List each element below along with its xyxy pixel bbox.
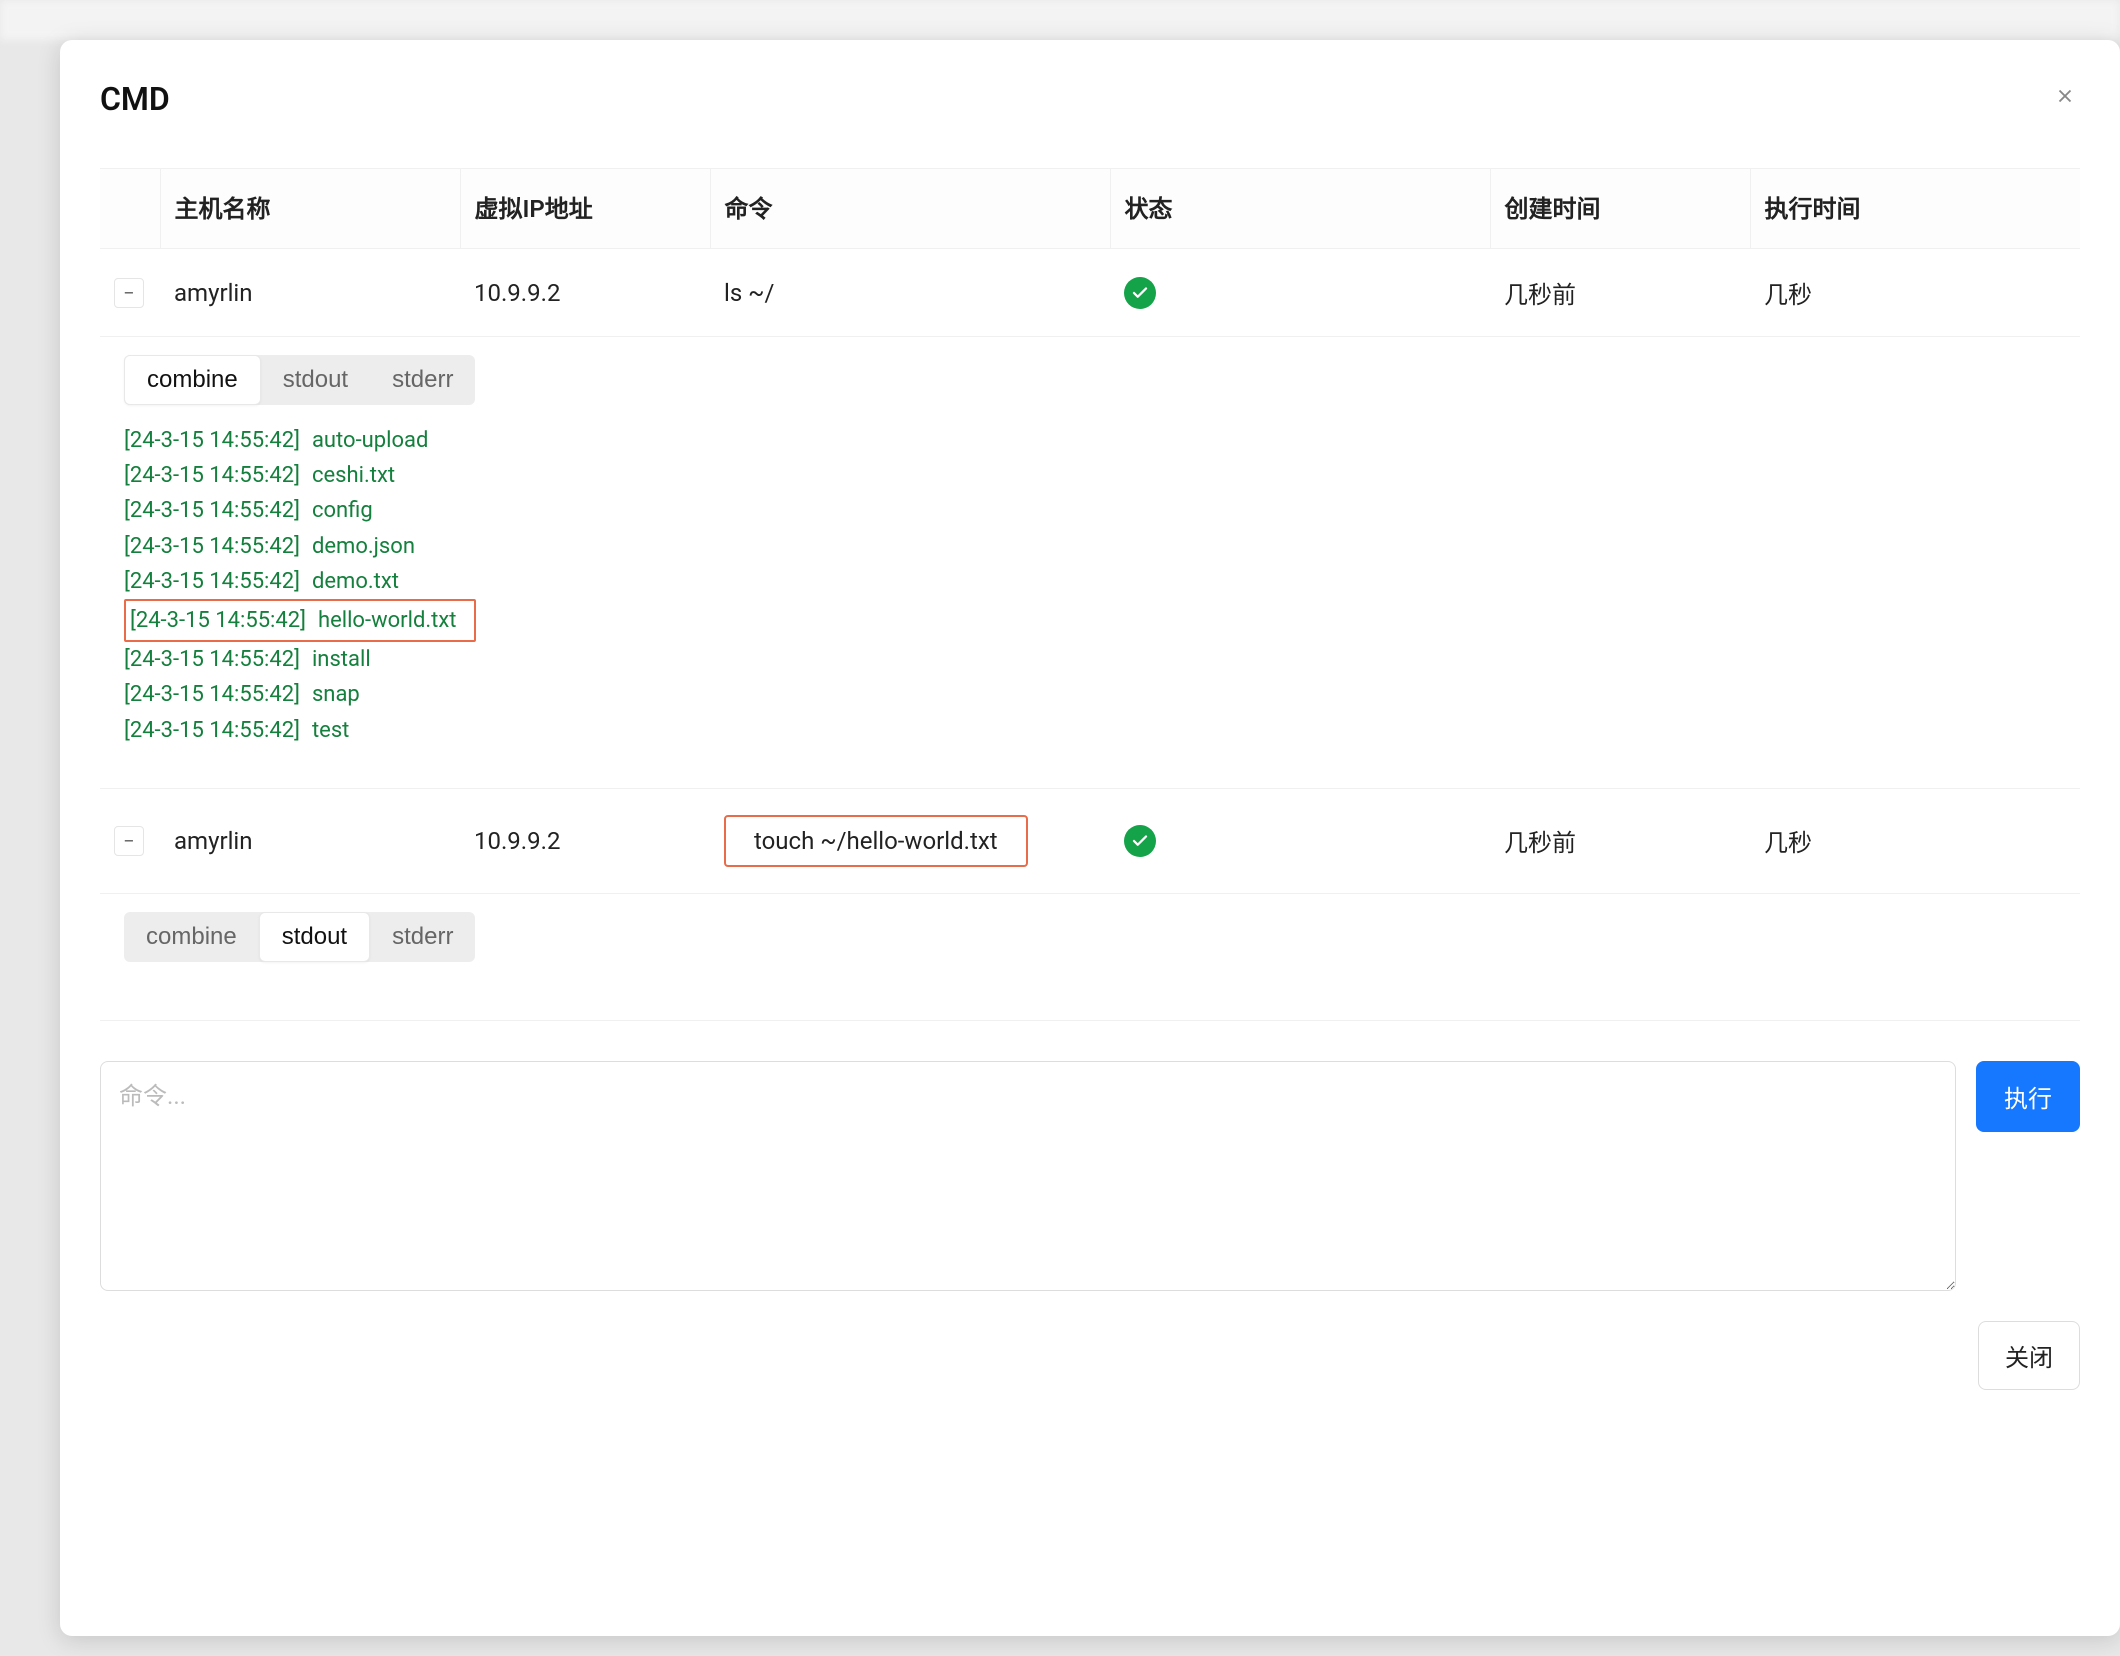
cmd-textarea[interactable] [100, 1061, 1956, 1291]
cell-ip: 10.9.9.2 [460, 788, 710, 893]
cell-status [1110, 249, 1490, 337]
tab-combine[interactable]: combine [124, 912, 259, 962]
tab-stdout[interactable]: stdout [261, 355, 370, 405]
modal-header: CMD [100, 80, 2080, 118]
highlight-annotation: [24-3-15 14:55:42]hello-world.txt [124, 599, 476, 642]
tab-stdout[interactable]: stdout [259, 912, 370, 962]
tab-stderr[interactable]: stderr [370, 912, 475, 962]
expanded-row: combinestdoutstderr [24-3-15 14:55:42]aut… [100, 337, 2080, 789]
check-icon [1124, 277, 1156, 309]
cmd-modal: CMD 主机名称 虚拟IP地址 命令 状态 创建时间 执行时间 −amyrlin… [60, 40, 2120, 1636]
output-tabs: combinestdoutstderr [124, 912, 475, 962]
th-ip: 虚拟IP地址 [460, 169, 710, 249]
cell-ip: 10.9.9.2 [460, 249, 710, 337]
tab-combine[interactable]: combine [124, 355, 261, 405]
highlight-annotation: touch ~/hello-world.txt [724, 815, 1028, 867]
log-line: [24-3-15 14:55:42]ceshi.txt [124, 458, 2056, 493]
cell-host: amyrlin [160, 788, 460, 893]
log-line: [24-3-15 14:55:42]demo.txt [124, 564, 2056, 599]
log-line: [24-3-15 14:55:42]config [124, 493, 2056, 528]
cell-cmd: ls ~/ [710, 249, 1110, 337]
row-expander[interactable]: − [114, 278, 144, 308]
expanded-row: combinestdoutstderr [100, 893, 2080, 1020]
log-line: [24-3-15 14:55:42]auto-upload [124, 423, 2056, 458]
log-output: [24-3-15 14:55:42]auto-upload[24-3-15 14… [124, 423, 2056, 748]
th-status: 状态 [1110, 169, 1490, 249]
output-tabs: combinestdoutstderr [124, 355, 475, 405]
log-line: [24-3-15 14:55:42]install [124, 642, 2056, 677]
cell-created: 几秒前 [1490, 788, 1750, 893]
check-icon [1124, 825, 1156, 857]
cell-exec: 几秒 [1750, 249, 2080, 337]
cell-cmd: touch ~/hello-world.txt [710, 788, 1110, 893]
close-button[interactable]: 关闭 [1978, 1321, 2080, 1390]
cell-created: 几秒前 [1490, 249, 1750, 337]
table-row: −amyrlin10.9.9.2 touch ~/hello-world.txt 几… [100, 788, 2080, 893]
cell-status [1110, 788, 1490, 893]
table-row: −amyrlin10.9.9.2ls ~/ 几秒前几秒 [100, 249, 2080, 337]
th-cmd: 命令 [710, 169, 1110, 249]
row-expander[interactable]: − [114, 826, 144, 856]
log-line: [24-3-15 14:55:42]demo.json [124, 529, 2056, 564]
cmd-input-row: 执行 [100, 1061, 2080, 1291]
log-line: [24-3-15 14:55:42]hello-world.txt [124, 599, 2056, 642]
tab-stderr[interactable]: stderr [370, 355, 475, 405]
th-created: 创建时间 [1490, 169, 1750, 249]
cell-exec: 几秒 [1750, 788, 2080, 893]
log-line: [24-3-15 14:55:42]test [124, 713, 2056, 748]
log-line: [24-3-15 14:55:42]snap [124, 677, 2056, 712]
th-exec: 执行时间 [1750, 169, 2080, 249]
th-host: 主机名称 [160, 169, 460, 249]
execute-button[interactable]: 执行 [1976, 1061, 2080, 1132]
modal-footer: 关闭 [100, 1321, 2080, 1390]
modal-title: CMD [100, 80, 170, 118]
close-icon[interactable] [2050, 80, 2080, 116]
cell-host: amyrlin [160, 249, 460, 337]
cmd-table: 主机名称 虚拟IP地址 命令 状态 创建时间 执行时间 −amyrlin10.9… [100, 168, 2080, 1021]
